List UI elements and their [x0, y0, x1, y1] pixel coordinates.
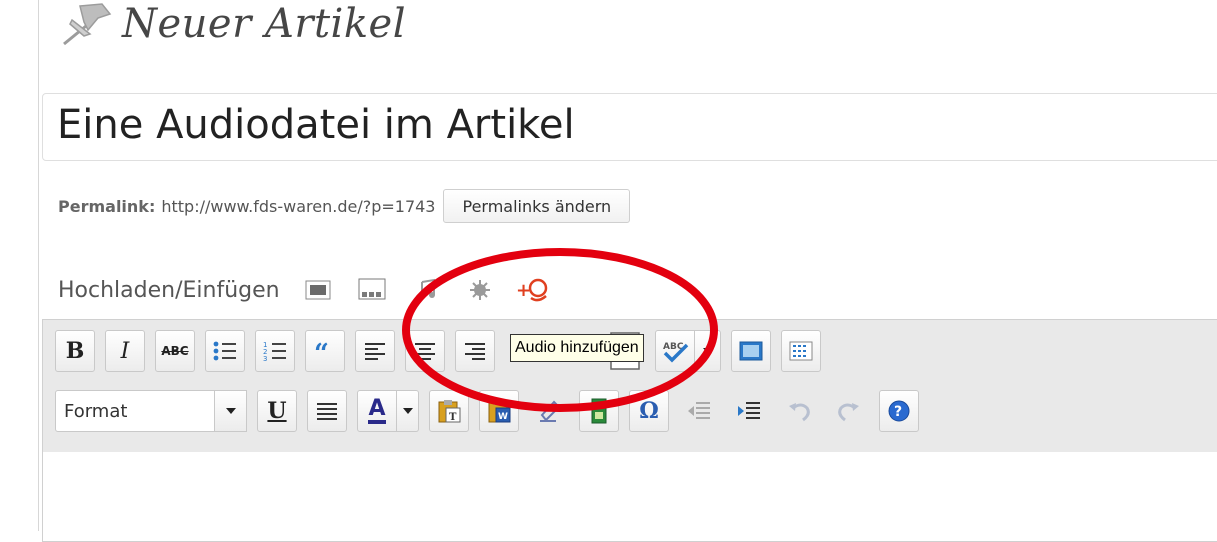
undo-button[interactable] — [779, 390, 819, 432]
add-audio-tooltip: Audio hinzufügen — [510, 334, 644, 362]
upload-insert-label: Hochladen/Einfügen — [58, 277, 280, 303]
italic-label: I — [120, 338, 130, 364]
undo-icon — [789, 403, 810, 422]
kitchen-sink-button[interactable] — [781, 330, 821, 372]
indent-button[interactable] — [729, 390, 769, 432]
align-right-button[interactable] — [455, 330, 495, 372]
permalink-label: Permalink: — [58, 196, 156, 216]
align-justify-icon — [317, 403, 337, 420]
bullet-list-icon — [213, 341, 236, 361]
help-label: ? — [894, 404, 902, 420]
underline-label: U — [267, 398, 287, 424]
page-title: Neuer Artikel — [122, 1, 407, 47]
svg-text:T: T — [449, 412, 457, 423]
pushpin-icon — [50, 0, 120, 48]
paste-word-button[interactable]: W — [479, 390, 519, 432]
bold-button[interactable]: B — [55, 330, 95, 372]
text-color-button[interactable]: A — [357, 390, 397, 432]
chevron-down-icon — [402, 408, 413, 414]
spellcheck-icon: ABC — [663, 342, 689, 363]
blockquote-icon: “ — [314, 342, 329, 360]
editor-content-area[interactable] — [42, 452, 1217, 542]
justify-button[interactable] — [307, 390, 347, 432]
chevron-down-icon — [225, 408, 236, 414]
text-color-dropdown-button[interactable] — [397, 390, 419, 432]
redo-icon — [838, 403, 859, 422]
post-title-field[interactable] — [42, 93, 1217, 161]
left-border — [38, 0, 39, 531]
align-left-icon — [365, 343, 385, 360]
spellcheck-dropdown-button[interactable] — [695, 330, 721, 372]
paste-word-icon: W — [488, 400, 511, 423]
bullet-list-button[interactable] — [205, 330, 245, 372]
align-left-button[interactable] — [355, 330, 395, 372]
fullscreen-button[interactable] — [731, 330, 771, 372]
help-button[interactable]: ? — [879, 390, 919, 432]
add-audio-icon[interactable]: + — [514, 275, 554, 305]
kitchen-sink-icon — [789, 341, 813, 361]
paste-text-button[interactable]: T — [429, 390, 469, 432]
align-center-icon — [415, 343, 435, 360]
numbered-list-icon: 123 — [263, 341, 286, 362]
paste-text-icon: T — [438, 400, 461, 423]
add-image-icon[interactable] — [298, 275, 338, 305]
align-center-button[interactable] — [405, 330, 445, 372]
permalink-url[interactable]: http://www.fds-waren.de/?p=1743 — [161, 197, 435, 216]
insert-media-button[interactable] — [579, 390, 619, 432]
svg-text:“: “ — [314, 342, 329, 360]
toolbar-row-1: B I ABC 123 “ ABC — [55, 330, 831, 372]
svg-text:3: 3 — [263, 355, 267, 362]
eraser-icon — [540, 400, 561, 422]
numbered-list-button[interactable]: 123 — [255, 330, 295, 372]
upload-insert-row: Hochladen/Einfügen + — [58, 272, 568, 308]
permalink-row: Permalink: http://www.fds-waren.de/?p=17… — [58, 189, 631, 223]
indent-icon — [738, 402, 760, 419]
bold-label: B — [65, 338, 85, 364]
redo-button[interactable] — [829, 390, 869, 432]
remove-formatting-button[interactable] — [529, 390, 569, 432]
format-select[interactable]: Format — [55, 390, 215, 432]
svg-text:+: + — [516, 280, 531, 301]
special-character-button[interactable]: Ω — [629, 390, 669, 432]
post-title-input[interactable] — [57, 102, 1207, 148]
outdent-button[interactable] — [679, 390, 719, 432]
align-right-icon — [465, 343, 485, 360]
svg-text:W: W — [498, 412, 508, 422]
strikethrough-button[interactable]: ABC — [155, 330, 195, 372]
spellcheck-button[interactable]: ABC — [655, 330, 695, 372]
help-icon: ? — [888, 400, 910, 422]
toolbar-row-2: Format U A T W Ω ? — [55, 390, 929, 432]
omega-label: Ω — [639, 398, 659, 424]
italic-button[interactable]: I — [105, 330, 145, 372]
text-color-label: A — [368, 398, 386, 424]
outdent-icon — [688, 402, 710, 419]
media-star-icon[interactable] — [460, 275, 500, 305]
add-gallery-icon[interactable] — [352, 275, 392, 305]
format-select-arrow[interactable] — [215, 390, 247, 432]
underline-button[interactable]: U — [257, 390, 297, 432]
change-permalinks-button[interactable]: Permalinks ändern — [443, 189, 631, 223]
fullscreen-icon — [739, 341, 763, 361]
blockquote-button[interactable]: “ — [305, 330, 345, 372]
music-note-icon[interactable] — [406, 275, 446, 305]
page-header: Neuer Artikel — [50, 0, 406, 48]
strikethrough-label: ABC — [161, 344, 189, 358]
film-icon — [591, 398, 607, 424]
chevron-down-icon — [702, 348, 713, 354]
